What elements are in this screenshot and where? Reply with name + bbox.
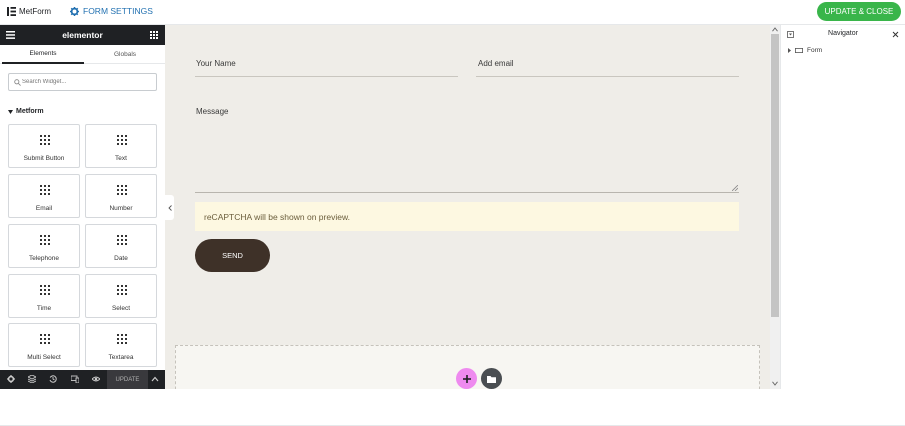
message-textarea[interactable] (195, 123, 739, 193)
widget-textarea[interactable]: Textarea (85, 323, 157, 367)
widget-date[interactable]: Date (85, 224, 157, 268)
widget-multi-select[interactable]: Multi Select (8, 323, 80, 367)
navigator-item-form[interactable]: Form (788, 47, 822, 54)
collapse-panel-handle[interactable] (165, 195, 174, 220)
chevron-left-icon (167, 204, 172, 211)
preview-eye-icon[interactable] (92, 375, 100, 383)
tab-elements[interactable]: Elements (2, 45, 84, 64)
update-close-button[interactable]: UPDATE & CLOSE (817, 2, 901, 21)
section-title: Metform (16, 108, 44, 115)
widget-label: Email (35, 205, 53, 212)
gear-icon (70, 6, 79, 16)
name-field-label: Your Name (196, 59, 236, 68)
widget-grip-icon (40, 135, 50, 145)
email-input[interactable] (476, 76, 739, 77)
form-widget-icon (795, 48, 803, 53)
add-section-dropzone (175, 345, 760, 389)
canvas-scrollbar[interactable] (770, 25, 780, 389)
form-settings-button[interactable]: FORM SETTINGS (70, 6, 153, 16)
navigator-item-label: Form (807, 47, 823, 54)
widget-email[interactable]: Email (8, 174, 80, 218)
widget-number[interactable]: Number (85, 174, 157, 218)
search-input[interactable] (22, 76, 154, 88)
widget-grip-icon (40, 235, 50, 245)
widget-label: Submit Button (23, 155, 65, 162)
widget-submit-button[interactable]: Submit Button (8, 124, 80, 168)
widget-label: Time (36, 305, 52, 312)
widget-grip-icon (40, 185, 50, 195)
panel-update-button[interactable]: UPDATE (107, 370, 148, 389)
scroll-thumb[interactable] (771, 34, 779, 317)
resize-grip-icon[interactable] (732, 185, 738, 191)
widget-label: Select (111, 305, 131, 312)
top-bar: MetForm FORM SETTINGS UPDATE & CLOSE (0, 0, 905, 25)
metform-section-toggle[interactable]: Metform (8, 108, 44, 115)
widget-grip-icon (117, 334, 127, 344)
widget-grip-icon (40, 334, 50, 344)
widget-time[interactable]: Time (8, 274, 80, 318)
widget-grip-icon (117, 135, 127, 145)
responsive-mode-icon[interactable] (71, 375, 79, 383)
apps-grid-icon[interactable] (150, 31, 158, 39)
folder-icon (487, 375, 496, 383)
email-field-label: Add email (478, 59, 514, 68)
widget-select[interactable]: Select (85, 274, 157, 318)
widget-grip-icon (117, 185, 127, 195)
add-template-button[interactable] (481, 368, 502, 389)
history-icon[interactable] (49, 375, 57, 383)
chevron-up-icon[interactable] (151, 376, 159, 382)
panel-tabs: Elements Globals (0, 45, 165, 64)
close-icon[interactable] (892, 31, 899, 38)
widget-label: Date (114, 255, 128, 262)
elementor-brand: elementor (62, 30, 103, 40)
widget-label: Multi Select (27, 354, 61, 361)
send-button[interactable]: SEND (195, 239, 270, 272)
caret-right-icon[interactable] (788, 48, 791, 53)
widget-label: Telephone (29, 255, 59, 262)
widget-label: Text (115, 155, 127, 162)
message-field-label: Message (196, 107, 229, 116)
tab-globals[interactable]: Globals (84, 45, 166, 64)
search-icon (14, 79, 21, 86)
widget-grip-icon (117, 235, 127, 245)
layers-icon[interactable] (28, 375, 36, 383)
widget-grip-icon (117, 285, 127, 295)
widget-grip-icon (40, 285, 50, 295)
name-input[interactable] (195, 76, 458, 77)
settings-icon[interactable] (7, 375, 15, 383)
editor-canvas: Your Name Add email Message reCAPTCHA wi… (165, 25, 770, 389)
page-footer (0, 389, 905, 426)
caret-down-icon (8, 109, 13, 114)
widget-text[interactable]: Text (85, 124, 157, 168)
widget-label: Textarea (108, 354, 134, 361)
navigator-title: Navigator (828, 30, 858, 37)
form-settings-label: FORM SETTINGS (83, 6, 153, 16)
panel-footer: UPDATE (0, 370, 165, 389)
app-title: MetForm (19, 7, 51, 16)
add-section-button[interactable] (456, 368, 477, 389)
scroll-down-icon[interactable] (772, 381, 778, 386)
widget-search (8, 73, 157, 91)
recaptcha-notice: reCAPTCHA will be shown on preview. (195, 202, 739, 231)
scroll-up-icon[interactable] (772, 27, 778, 32)
widget-telephone[interactable]: Telephone (8, 224, 80, 268)
widget-label: Number (109, 205, 133, 212)
elementor-logo-icon (7, 7, 16, 16)
panel-header: elementor (0, 25, 165, 45)
plus-icon (462, 374, 471, 383)
elements-panel: elementor Elements Globals Metform Submi… (0, 25, 165, 389)
navigator-panel: Navigator Form (780, 25, 905, 389)
